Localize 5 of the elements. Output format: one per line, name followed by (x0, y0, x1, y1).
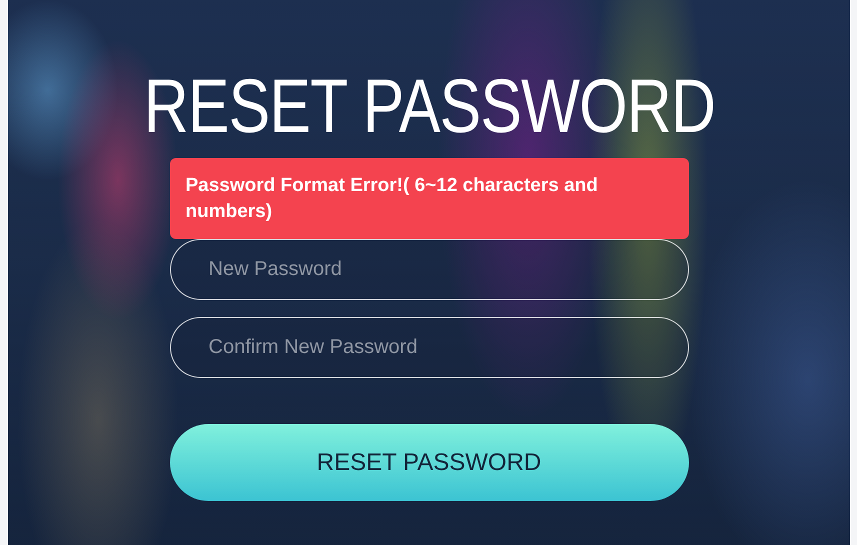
password-field[interactable]: Confirm New Password (170, 317, 688, 378)
page-title: RESET PASSWORD (143, 63, 715, 151)
error-message: Password Format Error!( 6~12 characters and numbers) (170, 158, 688, 239)
reset-password-button[interactable]: RESET PASSWORD (170, 424, 688, 501)
password-field[interactable]: New Password (170, 239, 688, 300)
